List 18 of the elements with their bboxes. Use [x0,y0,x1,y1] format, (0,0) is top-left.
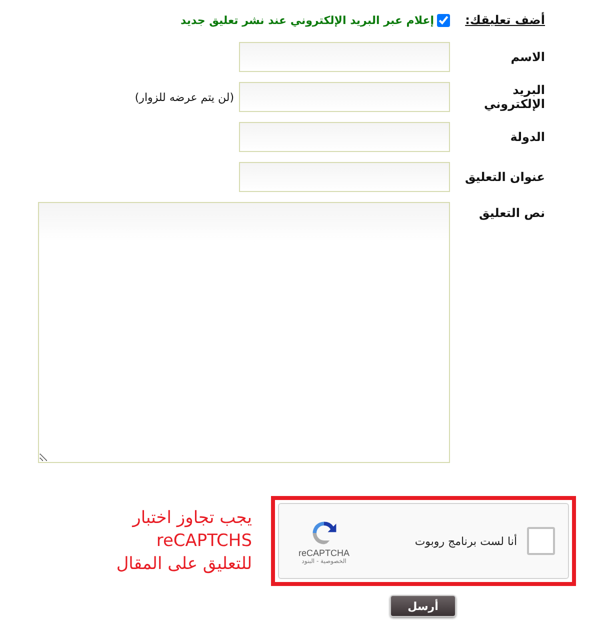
submit-button[interactable]: أرسل [390,595,456,617]
captcha-label: أنا لست برنامج روبوت [414,534,517,548]
input-field[interactable] [239,82,450,112]
input-field[interactable] [239,122,450,152]
field-label: نص التعليق [478,205,545,220]
comment-textarea[interactable] [38,202,450,463]
input-field[interactable] [239,42,450,72]
captcha-checkbox[interactable] [527,527,555,555]
notify-label: إعلام عبر البريد الإلكتروني عند نشر تعليق جديد [180,14,434,26]
field-label: البريد الإلكتروني [482,83,545,111]
captcha-brand: reCAPTCHA [298,548,350,558]
field-label: الدولة [509,130,545,144]
field-label: عنوان التعليق [464,170,545,184]
notify-checkbox[interactable] [437,14,450,26]
field-note: (لن يتم عرضه للزوار) [134,90,234,104]
field-label: الاسم [510,50,545,64]
input-field[interactable] [239,162,450,192]
form-heading: أضف تعليقك: [464,13,545,27]
